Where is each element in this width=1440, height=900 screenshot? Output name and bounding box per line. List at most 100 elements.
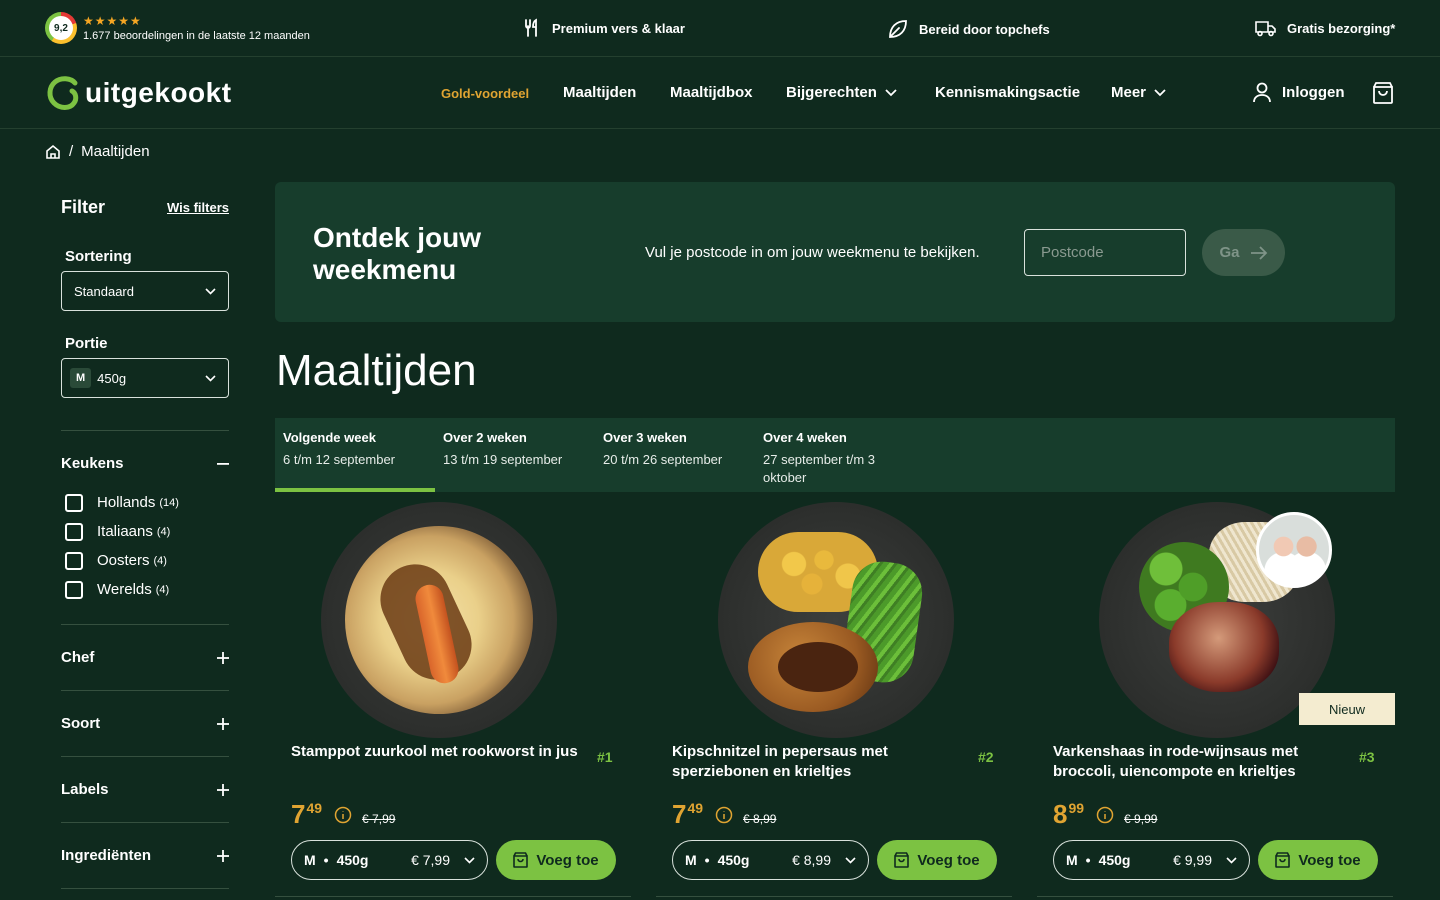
go-label: Ga	[1219, 244, 1240, 261]
product-card[interactable]: Nieuw Varkenshaas in rode-wijnsaus met b…	[1037, 500, 1397, 900]
filter-title: Filter	[61, 196, 106, 217]
tab-week-1[interactable]: Volgende week 6 t/m 12 september	[275, 418, 435, 492]
nav-maaltijden[interactable]: Maaltijden	[563, 84, 636, 101]
tab-week-3[interactable]: Over 3 weken 20 t/m 26 september	[595, 418, 755, 492]
checkbox-oosters[interactable]: Oosters (4)	[61, 546, 229, 575]
variant-dot: •	[1085, 852, 1091, 868]
page-title: Maaltijden	[276, 346, 477, 395]
clear-filters-link[interactable]: Wis filters	[167, 200, 229, 215]
usp-label: Gratis bezorging*	[1287, 20, 1396, 36]
checkbox-box[interactable]	[65, 580, 83, 599]
info-icon[interactable]	[1096, 806, 1114, 824]
postcode-input[interactable]	[1024, 229, 1186, 276]
product-price: 8 99 € 9,99	[1053, 800, 1157, 828]
checkbox-werelds[interactable]: Werelds (4)	[61, 575, 229, 604]
product-name[interactable]: Varkenshaas in rode-wijnsaus met broccol…	[1053, 742, 1343, 782]
variant-select[interactable]: M • 450g € 9,99	[1053, 840, 1250, 880]
add-to-cart-button[interactable]: Voeg toe	[1258, 840, 1378, 880]
nav-kennismakingsactie[interactable]: Kennismakingsactie	[935, 84, 1080, 101]
portion-label: Portie	[65, 335, 108, 352]
variant-price: € 7,99	[411, 852, 450, 868]
variant-price: € 8,99	[792, 852, 831, 868]
portion-value: 450g	[97, 370, 127, 386]
usp-premium: Premium vers & klaar	[522, 18, 685, 38]
chef-avatar[interactable]	[1256, 512, 1332, 588]
product-price: 7 49 € 7,99	[291, 800, 395, 828]
product-card[interactable]: Kipschnitzel in pepersaus met sperziebon…	[656, 500, 1016, 900]
login-button[interactable]: Inloggen	[1252, 81, 1345, 103]
info-icon[interactable]	[334, 806, 352, 824]
tab-title: Over 3 weken	[603, 430, 687, 445]
nav-meer[interactable]: Meer	[1111, 84, 1166, 101]
info-icon[interactable]	[715, 806, 733, 824]
product-name[interactable]: Kipschnitzel in pepersaus met sperziebon…	[672, 742, 962, 782]
variant-select[interactable]: M • 450g € 8,99	[672, 840, 869, 880]
variant-size: M	[1066, 852, 1078, 868]
product-image[interactable]	[321, 502, 557, 738]
checkbox-box[interactable]	[65, 551, 83, 570]
hero-title: Ontdek jouw weekmenu	[313, 222, 481, 285]
rating-widget[interactable]: 9,2 ★★★★★ 1.677 beoordelingen in de laat…	[45, 12, 310, 44]
logo[interactable]: uitgekookt	[45, 75, 232, 111]
logo-text: uitgekookt	[85, 77, 232, 108]
card-divider	[275, 896, 631, 897]
variant-price: € 9,99	[1173, 852, 1212, 868]
home-icon[interactable]	[45, 144, 61, 160]
main-navigation: uitgekookt Gold-voordeel Maaltijden Maal…	[0, 57, 1440, 129]
weekmenu-hero: Ontdek jouw weekmenu Vul je postcode in …	[275, 182, 1395, 322]
nav-bijgerechten[interactable]: Bijgerechten	[786, 84, 897, 101]
usp-chefs: Bereid door topchefs	[887, 18, 1050, 40]
filter-sidebar: Filter Wis filters Sortering Standaard P…	[61, 190, 229, 889]
nav-label: Bijgerechten	[786, 84, 877, 101]
add-to-cart-button[interactable]: Voeg toe	[496, 840, 616, 880]
nav-gold-voordeel[interactable]: Gold-voordeel	[441, 86, 529, 101]
filter-section-toggle[interactable]: Ingrediënten	[61, 823, 229, 888]
variant-weight: 450g	[336, 852, 369, 868]
add-label: Voeg toe	[536, 851, 599, 869]
shopping-bag-icon	[1275, 852, 1291, 868]
filter-section-toggle[interactable]: Soort	[61, 691, 229, 756]
checkbox-count: (4)	[153, 554, 167, 567]
chevron-down-icon	[205, 287, 216, 295]
checkbox-box[interactable]	[65, 522, 83, 541]
arrow-right-icon	[1250, 245, 1267, 260]
variant-weight: 450g	[717, 852, 750, 868]
filter-section-toggle[interactable]: Labels	[61, 757, 229, 822]
logo-mark-icon	[47, 76, 79, 110]
checkbox-hollands[interactable]: Hollands (14)	[61, 488, 229, 517]
variant-dot: •	[704, 852, 710, 868]
plus-icon	[217, 849, 229, 862]
price-int: 7	[672, 799, 687, 829]
tab-week-4[interactable]: Over 4 weken 27 september t/m 3 oktober	[755, 418, 915, 492]
product-card[interactable]: Stamppot zuurkool met rookworst in jus #…	[275, 500, 635, 900]
filter-section-toggle[interactable]: Chef	[61, 625, 229, 690]
product-price: 7 49 € 8,99	[672, 800, 776, 828]
sort-select[interactable]: Standaard	[61, 271, 229, 311]
checkbox-box[interactable]	[65, 493, 83, 512]
checkbox-italiaans[interactable]: Italiaans (4)	[61, 517, 229, 546]
checkbox-label: Oosters	[97, 552, 150, 569]
product-image[interactable]	[718, 502, 954, 738]
variant-select[interactable]: M • 450g € 7,99	[291, 840, 488, 880]
filter-section-title: Ingrediënten	[61, 847, 152, 864]
chevron-down-icon	[464, 856, 475, 864]
leaf-icon	[889, 20, 907, 38]
tab-week-2[interactable]: Over 2 weken 13 t/m 19 september	[435, 418, 595, 492]
filter-section-title: Keukens	[61, 455, 124, 472]
product-name[interactable]: Stamppot zuurkool met rookworst in jus	[291, 742, 581, 762]
price-int: 7	[291, 799, 306, 829]
usp-delivery: Gratis bezorging*	[1255, 18, 1395, 38]
checkbox-count: (14)	[159, 496, 179, 509]
add-to-cart-button[interactable]: Voeg toe	[877, 840, 997, 880]
price-dec: 49	[306, 800, 323, 816]
tab-dates: 27 september t/m 3 oktober	[763, 452, 875, 485]
cart-button[interactable]	[1372, 81, 1394, 110]
plus-icon	[217, 651, 229, 664]
sort-label: Sortering	[65, 248, 132, 265]
portion-select[interactable]: M 450g	[61, 358, 229, 398]
filter-section-toggle[interactable]: Keukens	[61, 431, 229, 496]
postcode-submit-button[interactable]: Ga	[1202, 229, 1285, 276]
product-rank: #3	[1359, 749, 1375, 765]
portion-size-chip: M	[70, 368, 92, 388]
nav-maaltijdbox[interactable]: Maaltijdbox	[670, 84, 753, 101]
